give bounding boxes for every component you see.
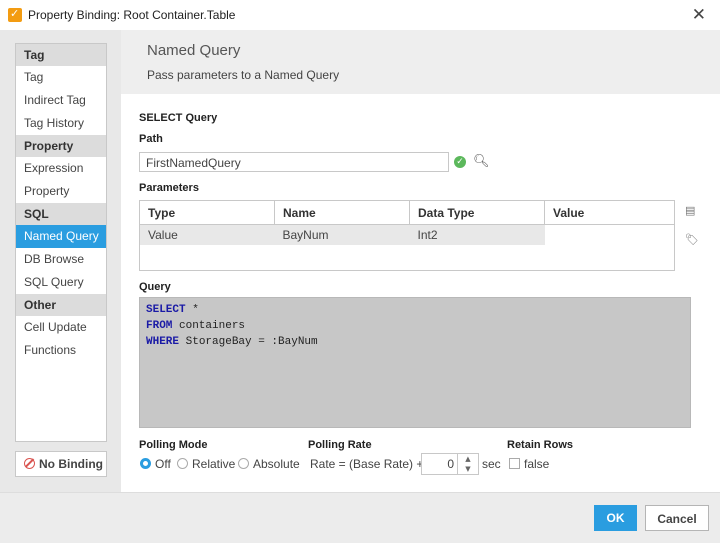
cell-data-type[interactable]: Int2 — [409, 224, 545, 245]
nav-item-property[interactable]: Property — [16, 180, 106, 203]
retain-rows-value: false — [524, 457, 550, 471]
binding-header: Named Query Pass parameters to a Named Q… — [121, 30, 720, 94]
query-line: FROM containers — [146, 318, 684, 334]
window-title: Property Binding: Root Container.Table — [28, 8, 236, 22]
nav-item-tag[interactable]: Tag — [16, 66, 106, 89]
table-row[interactable]: Value BayNum Int2 — [140, 224, 674, 245]
nav-item-sql-query[interactable]: SQL Query — [16, 271, 106, 294]
polling-off-radio[interactable] — [140, 458, 151, 469]
retain-rows-label: Retain Rows — [507, 439, 574, 451]
sql-text: StorageBay = :BayNum — [179, 336, 318, 348]
parameters-table: Type Name Data Type Value Value BayNum I… — [139, 200, 675, 271]
no-binding-button[interactable]: No Binding — [15, 451, 107, 477]
tag-icon[interactable]: 🏷︎ — [685, 233, 699, 246]
polling-off-label: Off — [155, 457, 171, 471]
column-header-value[interactable]: Value — [544, 201, 674, 225]
nav-item-db-browse[interactable]: DB Browse — [16, 248, 106, 271]
nav-item-named-query[interactable]: Named Query — [16, 225, 106, 248]
cancel-button[interactable]: Cancel — [645, 505, 709, 531]
query-line: SELECT * — [146, 302, 684, 318]
sql-text: * — [185, 304, 199, 316]
query-editor[interactable]: SELECT * FROM containers WHERE StorageBa… — [139, 297, 691, 428]
rate-stepper-buttons[interactable]: ▲ ▼ — [457, 454, 478, 474]
retain-rows-checkbox[interactable] — [509, 458, 520, 469]
nav-item-functions[interactable]: Functions — [16, 339, 106, 362]
nav-category-tag: Tag — [16, 44, 106, 66]
no-binding-icon — [24, 458, 35, 469]
query-label: Query — [139, 281, 171, 293]
polling-rate-label: Polling Rate — [308, 439, 372, 451]
rate-unit: sec — [482, 457, 501, 471]
cell-type[interactable]: Value — [140, 224, 275, 245]
column-header-data-type[interactable]: Data Type — [409, 201, 545, 225]
sql-text: containers — [172, 320, 246, 332]
nav-item-cell-update[interactable]: Cell Update — [16, 316, 106, 339]
sql-keyword: WHERE — [146, 336, 180, 348]
sql-keyword: FROM — [146, 320, 173, 332]
binding-subtitle: Pass parameters to a Named Query — [147, 68, 340, 82]
polling-relative-radio[interactable] — [177, 458, 188, 469]
ok-button[interactable]: OK — [594, 505, 637, 531]
cell-name[interactable]: BayNum — [274, 224, 410, 245]
title-bar: Property Binding: Root Container.Table ✕ — [0, 0, 720, 30]
polling-mode-label: Polling Mode — [139, 439, 208, 451]
query-line: WHERE StorageBay = :BayNum — [146, 334, 684, 350]
polling-absolute-label: Absolute — [253, 457, 300, 471]
app-icon — [8, 7, 22, 22]
close-icon[interactable]: ✕ — [692, 5, 706, 25]
path-input[interactable]: FirstNamedQuery — [139, 152, 449, 172]
polling-absolute-radio[interactable] — [238, 458, 249, 469]
nav-item-expression[interactable]: Expression — [16, 157, 106, 180]
path-label: Path — [139, 133, 163, 145]
section-label: SELECT Query — [139, 112, 218, 124]
column-header-type[interactable]: Type — [140, 201, 275, 225]
binding-type-list: Tag Tag Indirect Tag Tag History Propert… — [15, 43, 107, 442]
sql-keyword: SELECT — [146, 304, 186, 316]
nav-category-sql: SQL — [16, 203, 106, 225]
rate-stepper[interactable]: 0 ▲ ▼ — [421, 453, 479, 475]
nav-category-other: Other — [16, 294, 106, 316]
nav-category-property: Property — [16, 135, 106, 157]
browse-query-icon[interactable]: 🔍︎ — [473, 154, 490, 169]
no-binding-label: No Binding — [39, 457, 103, 471]
polling-relative-label: Relative — [192, 457, 236, 471]
binding-title: Named Query — [147, 42, 241, 59]
rate-formula-text: Rate = (Base Rate) +/- — [310, 457, 431, 471]
rate-value: 0 — [447, 457, 454, 471]
valid-check-icon: ✓ — [454, 156, 466, 168]
nav-item-tag-history[interactable]: Tag History — [16, 112, 106, 135]
table-header-row: Type Name Data Type Value — [140, 201, 674, 225]
edit-table-icon[interactable]: ▤ — [685, 204, 695, 217]
parameters-label: Parameters — [139, 182, 199, 194]
nav-item-indirect-tag[interactable]: Indirect Tag — [16, 89, 106, 112]
cell-value[interactable] — [544, 224, 674, 245]
column-header-name[interactable]: Name — [274, 201, 410, 225]
